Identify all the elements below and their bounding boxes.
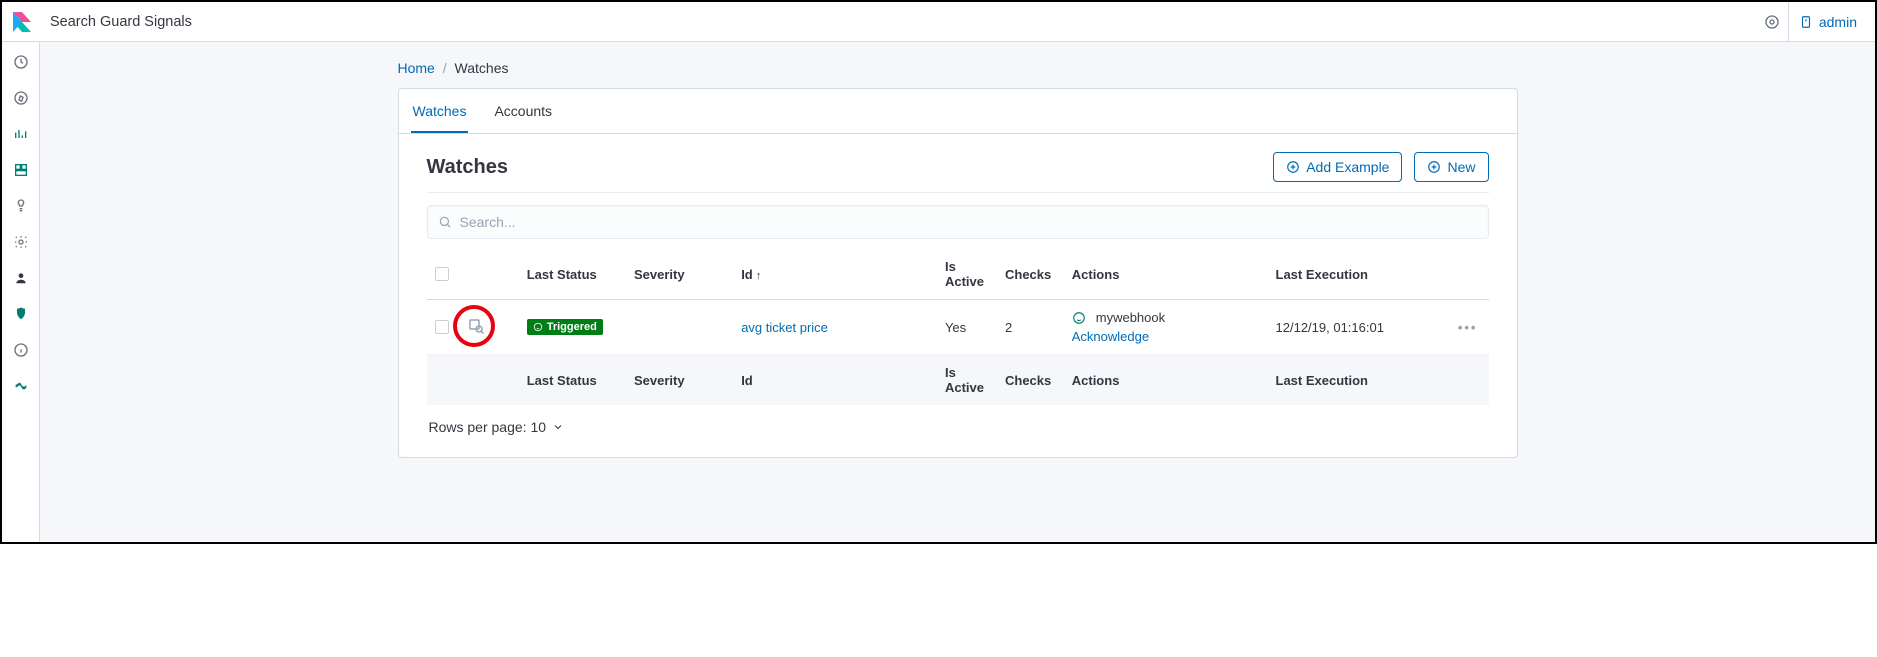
nav-visualize-icon[interactable]	[9, 122, 33, 146]
inspect-icon[interactable]	[467, 317, 485, 335]
col-is-active[interactable]: Is Active	[937, 249, 997, 300]
footer-last-execution: Last Execution	[1268, 355, 1450, 406]
rows-per-page-label: Rows per page: 10	[429, 419, 547, 435]
watch-id-link[interactable]: avg ticket price	[741, 320, 828, 335]
search-icon	[438, 215, 452, 229]
search-box[interactable]	[427, 205, 1489, 239]
nav-user-icon[interactable]	[9, 266, 33, 290]
col-checks[interactable]: Checks	[997, 249, 1064, 300]
footer-id: Id	[733, 355, 937, 406]
cell-severity	[626, 300, 733, 355]
tab-accounts[interactable]: Accounts	[492, 89, 554, 133]
smile-icon	[533, 322, 543, 332]
side-nav	[2, 42, 40, 542]
app-logo-icon[interactable]	[10, 10, 34, 34]
footer-checks: Checks	[997, 355, 1064, 406]
new-label: New	[1447, 159, 1475, 175]
cell-is-active: Yes	[937, 300, 997, 355]
acknowledge-link[interactable]: Acknowledge	[1072, 329, 1149, 344]
nav-info-icon[interactable]	[9, 338, 33, 362]
action-name: mywebhook	[1096, 310, 1165, 325]
select-all-checkbox[interactable]	[435, 267, 449, 281]
table-row: Triggered avg ticket price Yes 2	[427, 300, 1489, 355]
footer-severity: Severity	[626, 355, 733, 406]
tab-watches[interactable]: Watches	[411, 89, 469, 133]
row-menu-icon[interactable]: •••	[1458, 320, 1478, 335]
nav-discover-icon[interactable]	[9, 86, 33, 110]
app-title: Search Guard Signals	[50, 14, 192, 30]
plus-circle-icon	[1286, 160, 1300, 174]
footer-is-active: Is Active	[937, 355, 997, 406]
search-input[interactable]	[460, 214, 1478, 230]
user-name: admin	[1819, 14, 1857, 30]
tabs: Watches Accounts	[399, 89, 1517, 134]
col-last-execution[interactable]: Last Execution	[1268, 249, 1450, 300]
status-badge: Triggered	[527, 319, 603, 335]
col-last-status[interactable]: Last Status	[519, 249, 626, 300]
rows-per-page[interactable]: Rows per page: 10	[427, 405, 1489, 439]
nav-recent-icon[interactable]	[9, 50, 33, 74]
col-id[interactable]: Id↑	[733, 249, 937, 300]
col-actions[interactable]: Actions	[1064, 249, 1268, 300]
cell-checks: 2	[997, 300, 1064, 355]
nav-management-icon[interactable]	[9, 230, 33, 254]
nav-searchguard-icon[interactable]	[9, 302, 33, 326]
breadcrumb-current: Watches	[455, 60, 509, 76]
footer-last-status: Last Status	[519, 355, 626, 406]
cell-last-execution: 12/12/19, 01:16:01	[1268, 300, 1450, 355]
breadcrumb-home[interactable]: Home	[398, 60, 435, 76]
watches-table: Last Status Severity Id↑ Is Active Check…	[427, 249, 1489, 405]
chevron-down-icon	[552, 421, 564, 433]
user-icon	[1799, 15, 1813, 29]
breadcrumb: Home / Watches	[398, 58, 1518, 88]
sort-asc-icon: ↑	[756, 270, 762, 282]
add-example-label: Add Example	[1306, 159, 1389, 175]
plus-circle-icon	[1427, 160, 1441, 174]
add-example-button[interactable]: Add Example	[1273, 152, 1402, 182]
section-title: Watches	[427, 156, 509, 179]
row-checkbox[interactable]	[435, 320, 449, 334]
status-label: Triggered	[547, 321, 597, 333]
feedback-icon[interactable]	[1756, 6, 1788, 38]
top-bar: Search Guard Signals admin	[2, 2, 1875, 42]
user-menu[interactable]: admin	[1788, 2, 1867, 42]
new-button[interactable]: New	[1414, 152, 1488, 182]
nav-devtools-icon[interactable]	[9, 194, 33, 218]
smile-icon	[1072, 311, 1086, 325]
nav-signals-icon[interactable]	[9, 374, 33, 398]
col-severity[interactable]: Severity	[626, 249, 733, 300]
footer-actions: Actions	[1064, 355, 1268, 406]
main-panel: Watches Accounts Watches Add Example	[398, 88, 1518, 458]
nav-dashboard-icon[interactable]	[9, 158, 33, 182]
